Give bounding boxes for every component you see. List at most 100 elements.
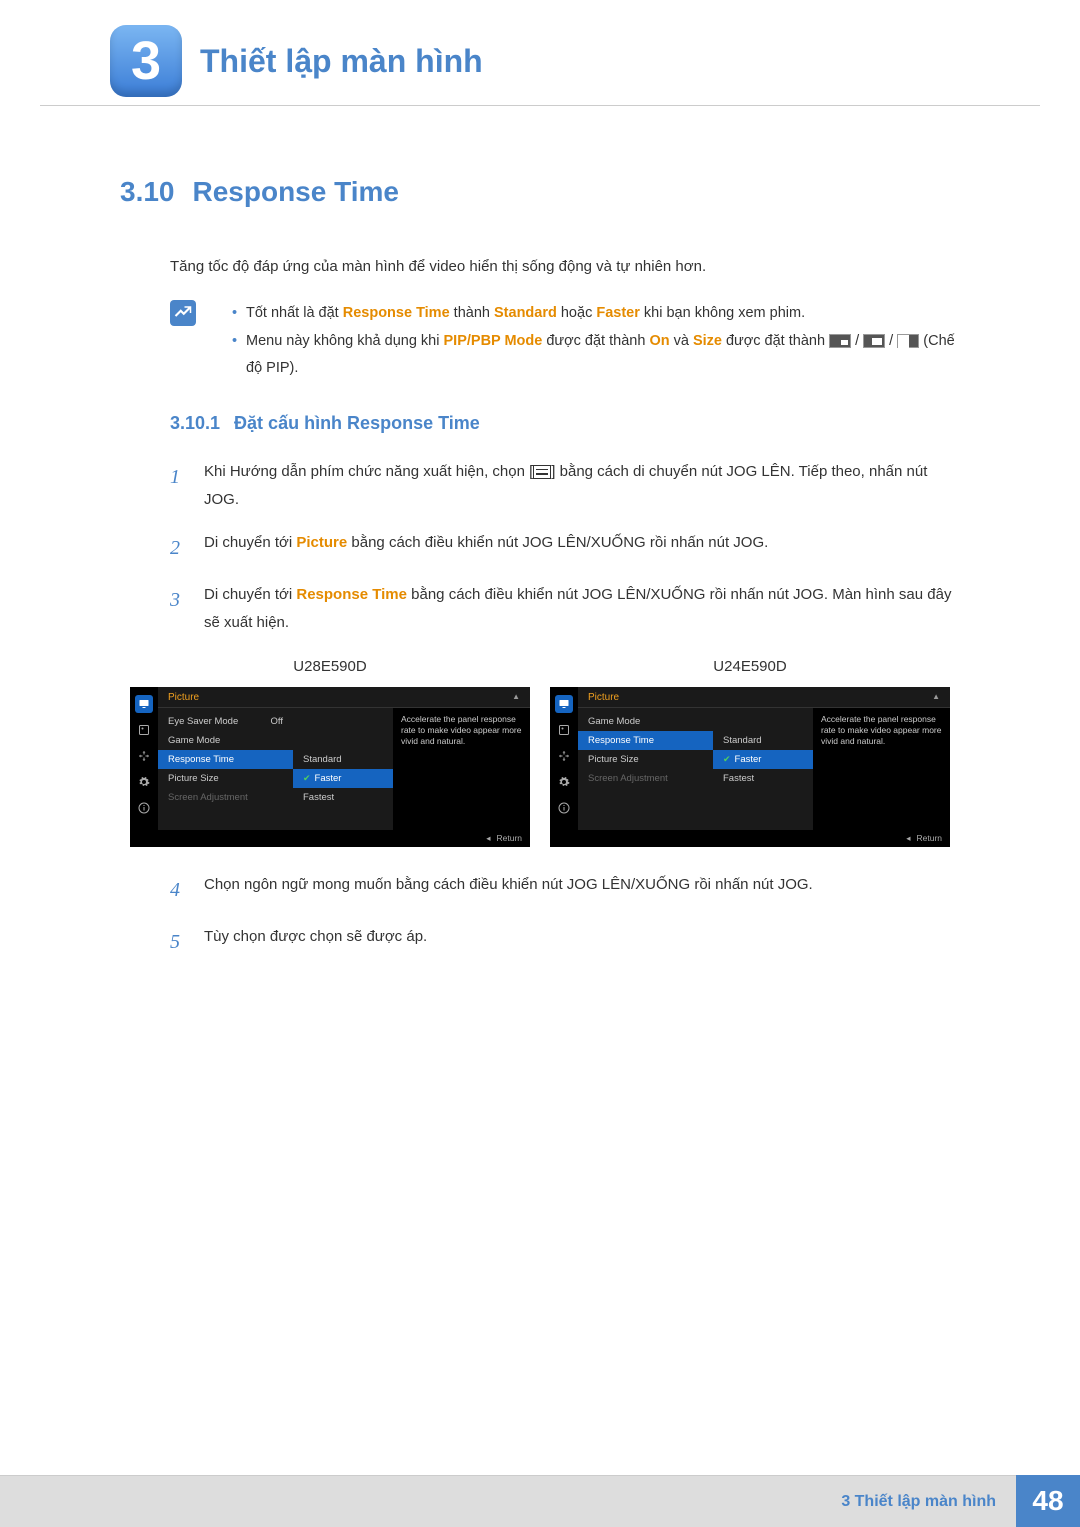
left-arrow-icon: ◂ xyxy=(486,833,490,843)
note-item: Menu này không khả dụng khi PIP/PBP Mode… xyxy=(232,328,960,383)
step-number: 1 xyxy=(170,458,188,515)
osd-panel: Picture ▲ Eye Saver ModeOff Game Mode Res… xyxy=(130,687,530,847)
osd-sidebar xyxy=(550,687,578,847)
left-arrow-icon: ◂ xyxy=(906,833,910,843)
arrows-icon xyxy=(555,747,573,765)
picture-icon xyxy=(555,721,573,739)
t: hoặc xyxy=(557,305,597,321)
return-label: Return xyxy=(496,833,522,843)
pip-medium-icon xyxy=(863,334,885,348)
picture-icon xyxy=(135,721,153,739)
osd-footer: ◂ Return xyxy=(578,830,950,847)
kw-response-time: Response Time xyxy=(343,305,450,321)
osd-footer: ◂ Return xyxy=(158,830,530,847)
steps-list-cont: 4 Chọn ngôn ngữ mong muốn bằng cách điều… xyxy=(170,871,960,961)
step: 4 Chọn ngôn ngữ mong muốn bằng cách điều… xyxy=(170,871,960,909)
up-arrow-icon: ▲ xyxy=(932,692,940,703)
t: Di chuyển tới xyxy=(204,586,296,603)
footer-page-number: 48 xyxy=(1016,1475,1080,1527)
osd-model-a: U28E590D Picture ▲ Eye Saver ModeOff Game… xyxy=(130,658,530,847)
kw-response-time: Response Time xyxy=(296,586,407,603)
kw-standard: Standard xyxy=(494,305,557,321)
chapter-badge: 3 xyxy=(110,25,182,97)
osd-options: . Standard ✔Faster Fastest xyxy=(713,708,813,847)
section-number: 3.10 xyxy=(120,176,175,208)
t: Khi Hướng dẫn phím chức năng xuất hiện, … xyxy=(204,463,533,480)
pip-half-icon xyxy=(897,334,919,348)
step: 1 Khi Hướng dẫn phím chức năng xuất hiện… xyxy=(170,458,960,515)
gear-icon xyxy=(135,773,153,791)
osd-option: Fastest xyxy=(293,788,393,807)
osd-menu-item: Picture Size xyxy=(578,750,713,769)
intro-text: Tăng tốc độ đáp ứng của màn hình để vide… xyxy=(170,253,960,280)
osd-menu: Game Mode Response Time Picture Size Scr… xyxy=(578,708,713,847)
section-title: Response Time xyxy=(193,176,399,208)
menu-icon xyxy=(533,465,551,479)
kw-faster: Faster xyxy=(596,305,640,321)
footer-chapter-label: 3 Thiết lập màn hình xyxy=(0,1475,1016,1527)
note-block: Tốt nhất là đặt Response Time thành Stan… xyxy=(170,300,960,383)
chapter-title: Thiết lập màn hình xyxy=(200,43,483,80)
section-heading: 3.10 Response Time xyxy=(120,176,960,208)
step-number: 3 xyxy=(170,581,188,638)
osd-menu-item-disabled: Screen Adjustment xyxy=(578,769,713,788)
page-footer: 3 Thiết lập màn hình 48 xyxy=(0,1475,1080,1527)
osd-model-label: U28E590D xyxy=(130,658,530,675)
page-header: 3 Thiết lập màn hình xyxy=(40,0,1040,106)
note-list: Tốt nhất là đặt Response Time thành Stan… xyxy=(214,300,960,383)
subsection-number: 3.10.1 xyxy=(170,413,220,434)
t: được đặt thành xyxy=(722,333,829,349)
up-arrow-icon: ▲ xyxy=(512,692,520,703)
osd-menu-item: Game Mode xyxy=(158,731,293,750)
osd-option: Standard xyxy=(713,731,813,750)
step-number: 2 xyxy=(170,529,188,567)
monitor-icon xyxy=(555,695,573,713)
t: và xyxy=(670,333,693,349)
osd-menu: Eye Saver ModeOff Game Mode Response Tim… xyxy=(158,708,293,847)
note-item: Tốt nhất là đặt Response Time thành Stan… xyxy=(232,300,960,328)
osd-help-text: Accelerate the panel response rate to ma… xyxy=(813,708,950,847)
osd-menu-item-selected: Response Time xyxy=(578,731,713,750)
check-icon: ✔ xyxy=(723,754,731,764)
return-label: Return xyxy=(916,833,942,843)
info-icon xyxy=(555,799,573,817)
osd-option: Fastest xyxy=(713,769,813,788)
t: Tốt nhất là đặt xyxy=(246,305,343,321)
info-icon xyxy=(135,799,153,817)
t: khi bạn không xem phim. xyxy=(640,305,805,321)
step: 2 Di chuyển tới Picture bằng cách điều k… xyxy=(170,529,960,567)
content: 3.10 Response Time Tăng tốc độ đáp ứng c… xyxy=(0,176,1080,961)
kw-on: On xyxy=(649,333,669,349)
step: 3 Di chuyển tới Response Time bằng cách … xyxy=(170,581,960,638)
kw-pip-mode: PIP/PBP Mode xyxy=(444,333,543,349)
t: Menu này không khả dụng khi xyxy=(246,333,444,349)
t: Tùy chọn được chọn sẽ được áp. xyxy=(204,923,427,961)
t: được đặt thành xyxy=(542,333,649,349)
t: bằng cách điều khiển nút JOG LÊN/XUỐNG r… xyxy=(347,534,768,551)
osd-main: Picture ▲ Game Mode Response Time Picture… xyxy=(578,687,950,847)
kw-size: Size xyxy=(693,333,722,349)
gear-icon xyxy=(555,773,573,791)
osd-title: Picture ▲ xyxy=(578,687,950,708)
osd-main: Picture ▲ Eye Saver ModeOff Game Mode Res… xyxy=(158,687,530,847)
osd-option-selected: ✔Faster xyxy=(293,769,393,788)
subsection-title: Đặt cấu hình Response Time xyxy=(234,413,480,434)
osd-model-b: U24E590D Picture▲ Game Mode Response Tim… xyxy=(550,658,950,847)
step-number: 4 xyxy=(170,871,188,909)
osd-menu-item: Picture Size xyxy=(158,769,293,788)
osd-help-text: Accelerate the panel response rate to ma… xyxy=(393,708,530,847)
step: 5 Tùy chọn được chọn sẽ được áp. xyxy=(170,923,960,961)
subsection-heading: 3.10.1 Đặt cấu hình Response Time xyxy=(170,413,960,434)
osd-title: Picture ▲ xyxy=(158,687,530,708)
osd-option-selected: ✔Faster xyxy=(713,750,813,769)
t: thành xyxy=(450,305,494,321)
note-icon xyxy=(170,300,196,326)
t: Picture xyxy=(168,692,199,703)
osd-menu-item-selected: Response Time xyxy=(158,750,293,769)
t: Di chuyển tới xyxy=(204,534,296,551)
t: Picture xyxy=(588,692,619,703)
check-icon: ✔ xyxy=(303,773,311,783)
osd-menu-item-disabled: Screen Adjustment xyxy=(158,788,293,807)
kw-picture: Picture xyxy=(296,534,347,551)
t: Chọn ngôn ngữ mong muốn bằng cách điều k… xyxy=(204,871,813,909)
